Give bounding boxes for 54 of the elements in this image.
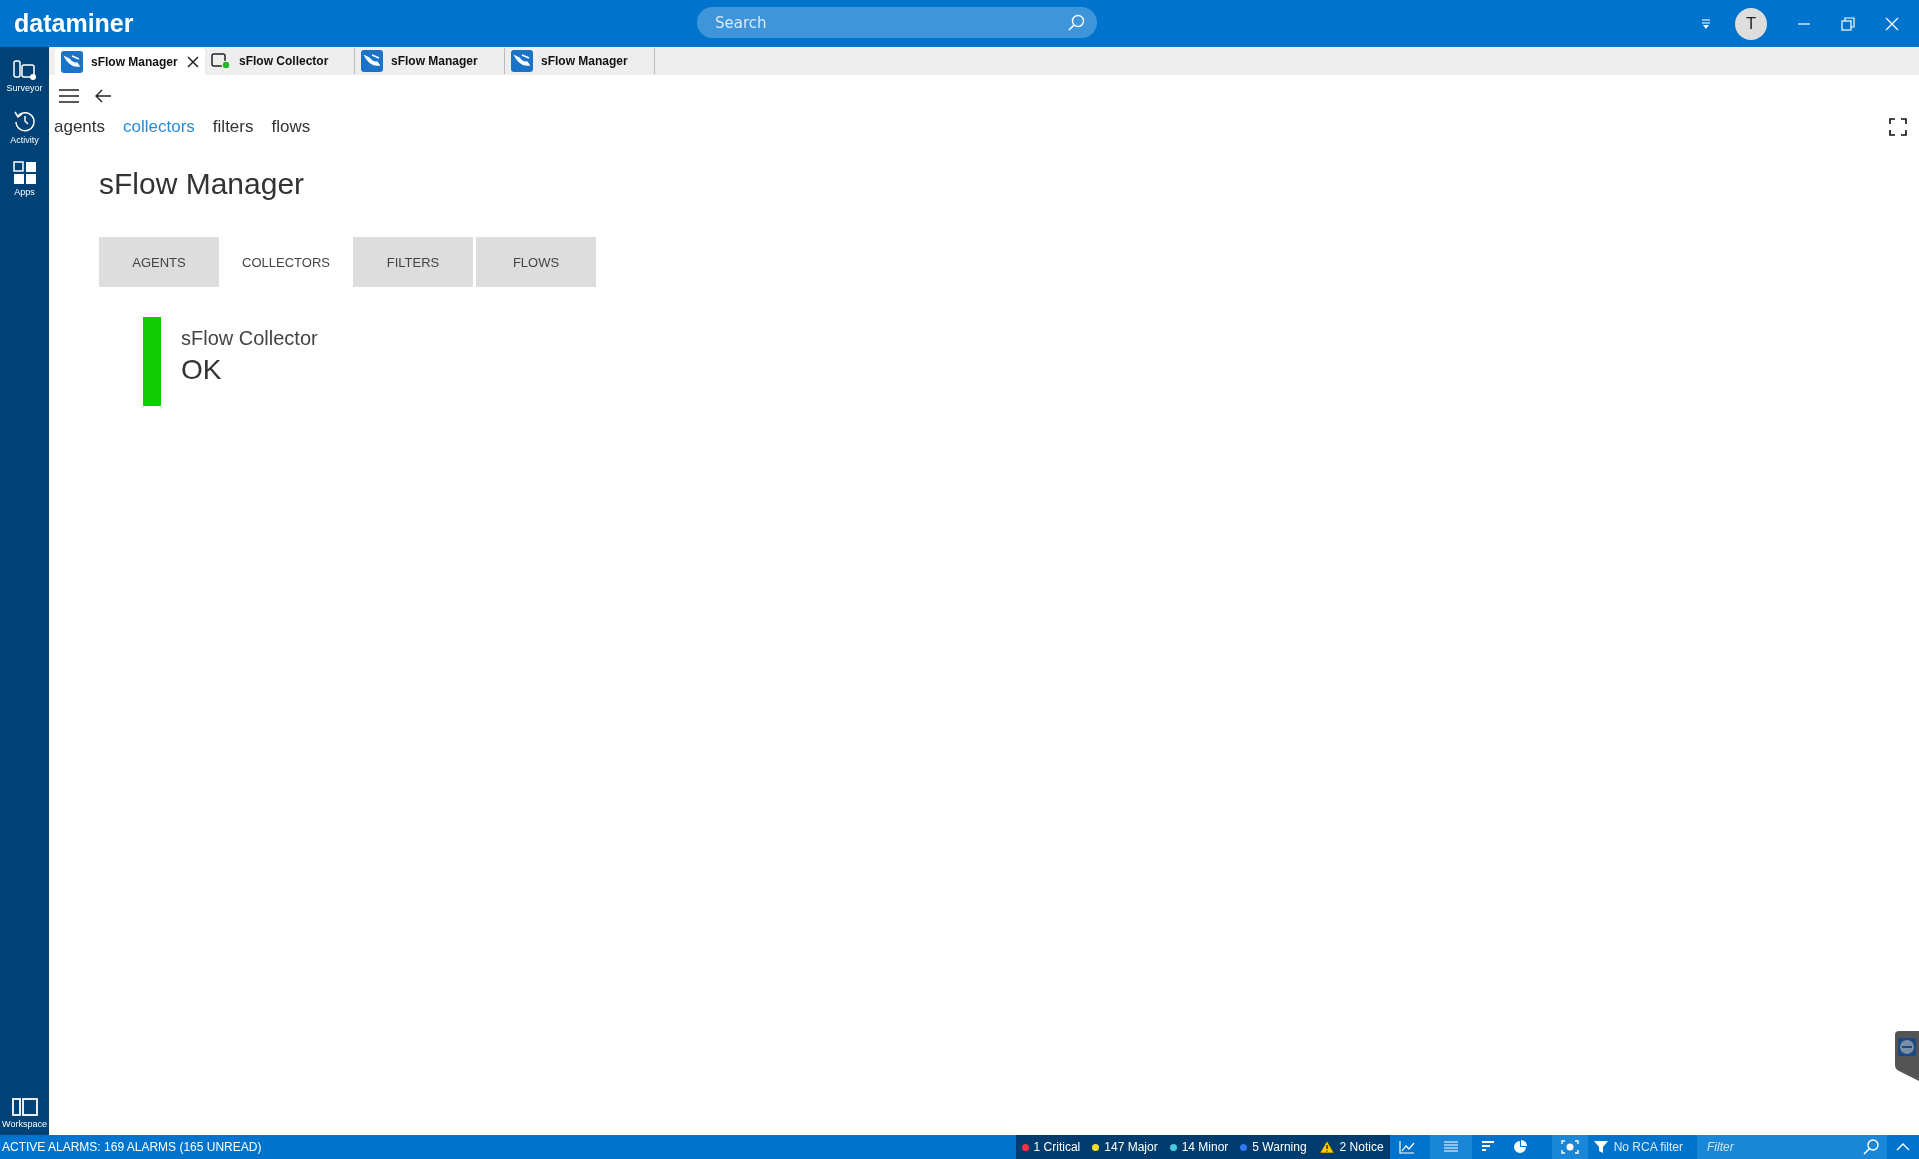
workspace-icon (11, 1097, 38, 1117)
tab[interactable]: sFlow Manager (505, 48, 655, 74)
nav-link[interactable]: flows (271, 117, 311, 137)
pie-chart-icon[interactable] (1512, 1140, 1527, 1154)
tab[interactable]: AGENTS (99, 237, 219, 287)
app-icon (61, 50, 83, 73)
severity-counter[interactable]: 5 Warning (1234, 1135, 1313, 1159)
search-field[interactable]: Search (697, 7, 1097, 38)
tab[interactable]: sFlow Manager (55, 48, 205, 75)
element-name: sFlow Collector (181, 327, 318, 350)
sort-icon[interactable] (1480, 1140, 1495, 1154)
surveyor-icon (12, 59, 37, 81)
search-field[interactable]: Search (713, 12, 1067, 33)
filter-icon (1593, 1140, 1608, 1154)
severity-counter[interactable]: 1 Critical (1015, 1135, 1087, 1159)
fullscreen-icon[interactable] (1889, 118, 1907, 136)
line-chart-icon[interactable] (1398, 1140, 1415, 1154)
search-icon[interactable] (1863, 1139, 1879, 1155)
remote-control-widget-icon[interactable] (1895, 1031, 1919, 1081)
user-avatar[interactable]: T (1735, 7, 1767, 40)
tab[interactable]: FILTERS (353, 237, 473, 287)
filter-field[interactable]: Filter (1697, 1135, 1887, 1159)
dropdown-icon[interactable] (1701, 17, 1711, 30)
sidebar-item[interactable]: Apps (0, 159, 49, 203)
rca-filter-toggle[interactable]: No RCA filter (1587, 1140, 1693, 1154)
sidebar-item[interactable]: Surveyor (0, 57, 49, 99)
app-logo[interactable]: dataminer (14, 9, 134, 38)
status-text: OK (181, 354, 223, 386)
nav-link[interactable]: filters (212, 117, 254, 137)
focus-icon[interactable] (1560, 1140, 1579, 1154)
restore-icon[interactable] (1841, 16, 1855, 31)
apps-icon (12, 161, 37, 185)
filter-field[interactable]: Filter (1705, 1139, 1863, 1155)
nav-link[interactable]: collectors (123, 117, 195, 137)
sidebar-item[interactable]: Workspace (0, 1095, 49, 1135)
nav-link[interactable]: agents (54, 117, 106, 137)
tab[interactable]: sFlow Collector (205, 48, 355, 74)
sidebar-item[interactable]: Activity (0, 107, 49, 151)
app-icon (511, 50, 533, 72)
tab[interactable]: COLLECTORS (222, 237, 350, 287)
history-icon (12, 109, 37, 133)
severity-counter[interactable]: 2 Notice (1312, 1135, 1390, 1159)
tab[interactable]: sFlow Manager (355, 48, 505, 74)
alarm-summary[interactable]: ACTIVE ALARMS: 169 ALARMS (165 UNREAD) (0, 1140, 262, 1154)
severity-counter[interactable]: 14 Minor (1163, 1135, 1235, 1159)
severity-counter[interactable]: 147 Major (1086, 1135, 1164, 1159)
search-icon[interactable] (1067, 13, 1085, 32)
menu-icon[interactable] (58, 88, 80, 104)
page-title: sFlow Manager (99, 167, 306, 201)
tab[interactable]: FLOWS (476, 237, 596, 287)
back-arrow-icon[interactable] (94, 88, 112, 104)
element-icon (211, 52, 231, 70)
app-icon (361, 50, 383, 72)
close-icon[interactable] (187, 55, 199, 68)
